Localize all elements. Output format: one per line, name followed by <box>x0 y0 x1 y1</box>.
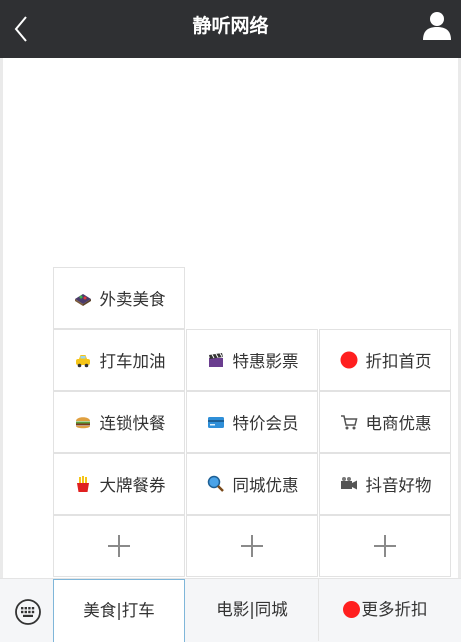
shortcut-label: 打车加油 <box>99 352 166 371</box>
magnifier-icon <box>206 474 226 494</box>
clapper-icon <box>206 350 226 370</box>
taxi-icon <box>73 350 93 370</box>
shortcut-vip-membership[interactable]: 特价会员 <box>186 391 318 453</box>
add-shortcut-button[interactable] <box>319 515 451 577</box>
shortcut-label: 同城优惠 <box>232 476 299 495</box>
app-header: 静听网络 <box>0 0 461 58</box>
shortcut-movie-tickets[interactable]: 特惠影票 <box>186 329 318 391</box>
user-icon <box>423 12 451 40</box>
shortcut-douyin-goods[interactable]: 抖音好物 <box>319 453 451 515</box>
shortcut-label: 折扣首页 <box>365 352 432 371</box>
user-button[interactable] <box>421 9 453 41</box>
plus-icon <box>108 535 130 557</box>
tab-more-discounts[interactable]: 更多折扣 <box>319 579 451 641</box>
red-dot-icon <box>339 350 359 370</box>
cart-icon <box>339 412 359 432</box>
camera-icon <box>339 474 359 494</box>
shortcut-discount-home[interactable]: 折扣首页 <box>319 329 451 391</box>
shortcut-local-deals[interactable]: 同城优惠 <box>186 453 318 515</box>
keyboard-icon <box>15 599 41 625</box>
page-title: 静听网络 <box>192 15 269 37</box>
shortcut-label: 外卖美食 <box>99 290 166 309</box>
shortcut-taxi-fuel[interactable]: 打车加油 <box>53 329 185 391</box>
burger-icon <box>73 412 93 432</box>
shortcut-label: 特惠影票 <box>232 352 299 371</box>
shortcut-label: 连锁快餐 <box>99 414 166 433</box>
fries-icon <box>73 474 93 494</box>
keyboard-toggle-button[interactable] <box>14 598 42 626</box>
add-shortcut-button[interactable] <box>186 515 318 577</box>
red-dot-icon <box>342 601 360 618</box>
card-icon <box>206 412 226 432</box>
plus-icon <box>374 535 396 557</box>
shortcut-label: 抖音好物 <box>365 476 432 495</box>
bottom-tab-bar: 美食|打车 电影|同城 更多折扣 <box>0 578 461 642</box>
add-shortcut-button[interactable] <box>53 515 185 577</box>
shortcut-label: 电商优惠 <box>365 414 432 433</box>
shortcut-ecommerce-deals[interactable]: 电商优惠 <box>319 391 451 453</box>
takeout-icon <box>73 288 93 308</box>
shortcut-brand-coupons[interactable]: 大牌餐券 <box>53 453 185 515</box>
plus-icon <box>241 535 263 557</box>
tab-movie-local[interactable]: 电影|同城 <box>186 579 318 641</box>
shortcut-label: 特价会员 <box>232 414 299 433</box>
shortcut-takeout-food[interactable]: 外卖美食 <box>53 267 185 329</box>
tab-label: 更多折扣 <box>361 600 428 619</box>
shortcut-fast-food[interactable]: 连锁快餐 <box>53 391 185 453</box>
tab-food-taxi[interactable]: 美食|打车 <box>53 579 185 642</box>
shortcut-label: 大牌餐券 <box>99 476 166 495</box>
